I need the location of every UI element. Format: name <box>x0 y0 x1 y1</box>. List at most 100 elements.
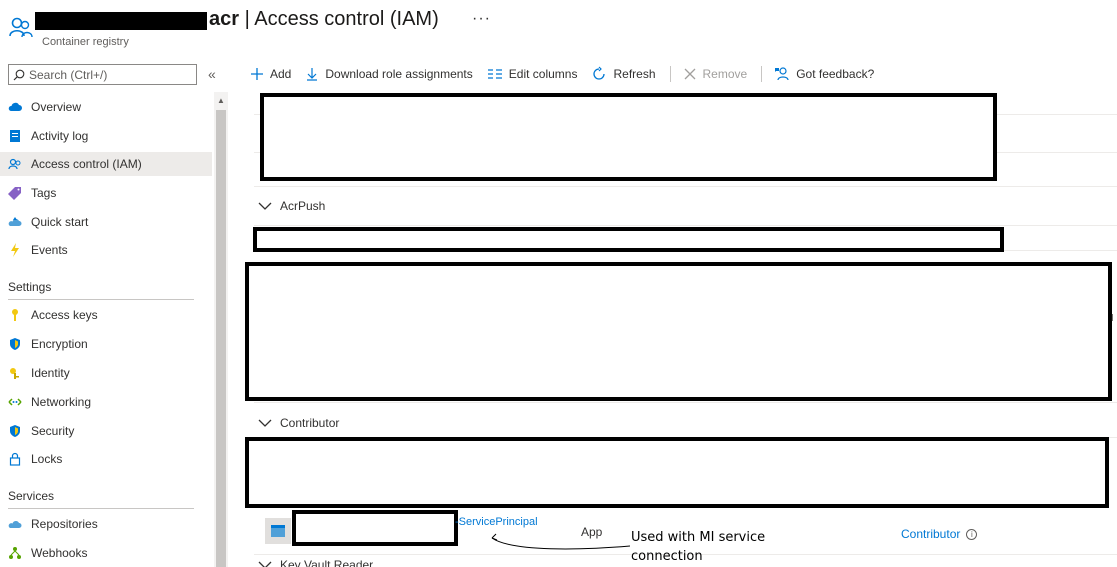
lightning-icon <box>8 243 22 257</box>
redacted-resource-name <box>35 12 207 30</box>
page-title: acr | Access control (IAM) <box>209 8 439 31</box>
security-shield-icon <box>8 424 22 438</box>
sidebar-item-label: Overview <box>31 100 82 114</box>
sidebar-item-encryption[interactable]: Encryption <box>0 332 212 356</box>
group-header-contributor[interactable]: Contributor <box>258 416 339 430</box>
sidebar-item-label: Encryption <box>31 337 88 351</box>
refresh-button[interactable]: Refresh <box>591 66 656 82</box>
sidebar-item-access-keys[interactable]: Access keys <box>0 303 212 327</box>
identity-key-icon <box>8 366 22 380</box>
sidebar-item-label: Access control (IAM) <box>31 157 142 171</box>
column-resize-handle[interactable]: I <box>1111 313 1114 324</box>
remove-button[interactable]: Remove <box>683 67 748 81</box>
sidebar-item-label: Events <box>31 243 68 257</box>
search-input[interactable] <box>29 67 189 82</box>
toolbar-divider <box>761 66 763 82</box>
feedback-label: Got feedback? <box>796 67 875 81</box>
add-label: Add <box>270 67 292 81</box>
download-icon <box>307 68 318 81</box>
app-icon <box>265 518 291 544</box>
group-label: Contributor <box>280 416 340 430</box>
service-principal-link[interactable]: -ServicePrincipal <box>455 516 538 528</box>
sidebar-divider <box>8 299 194 300</box>
sidebar-item-tags[interactable]: Tags <box>0 181 212 205</box>
group-label: Key Vault Reader <box>280 558 374 567</box>
quick-start-icon <box>8 215 22 229</box>
edit-columns-button[interactable]: Edit columns <box>487 67 578 81</box>
sidebar-item-label: Locks <box>31 452 63 466</box>
search-icon <box>13 69 25 80</box>
chevron-down-icon <box>258 202 272 210</box>
activity-log-icon <box>8 129 22 143</box>
shield-icon <box>8 337 22 351</box>
redacted-block <box>260 93 997 181</box>
download-role-assignments-button[interactable]: Download role assignments <box>305 67 473 81</box>
sidebar-item-label: Identity <box>31 366 70 380</box>
info-icon[interactable]: i <box>966 528 978 540</box>
sidebar-item-identity[interactable]: Identity <box>0 361 212 385</box>
sidebar-item-activity-log[interactable]: Activity log <box>0 124 212 148</box>
group-header-key-vault-reader[interactable]: Key Vault Reader <box>258 558 373 567</box>
refresh-icon <box>593 66 606 80</box>
sidebar-item-label: Webhooks <box>31 546 88 560</box>
sidebar-section-services: Services <box>8 489 55 503</box>
lock-icon <box>8 452 22 466</box>
scroll-up-icon[interactable]: ▲ <box>217 96 225 105</box>
people-icon <box>9 17 33 38</box>
more-options-button[interactable]: ··· <box>472 10 491 28</box>
sidebar-item-networking[interactable]: Networking <box>0 390 212 414</box>
add-button[interactable]: Add <box>250 67 291 81</box>
page-header: acr | Access control (IAM) ··· Container… <box>0 0 1117 56</box>
sidebar-item-label: Activity log <box>31 129 89 143</box>
remove-label: Remove <box>702 67 748 81</box>
title-separator: | <box>239 8 255 30</box>
feedback-icon <box>775 67 789 81</box>
networking-icon <box>8 395 22 409</box>
sidebar-item-locks[interactable]: Locks <box>0 447 212 471</box>
row-divider <box>254 186 1117 187</box>
sidebar-item-events[interactable]: Events <box>0 238 212 262</box>
group-header-acrpush[interactable]: AcrPush <box>258 199 325 213</box>
toolbar-divider <box>669 66 671 82</box>
sidebar-item-security[interactable]: Security <box>0 419 212 443</box>
search-box[interactable] <box>8 64 197 85</box>
close-icon <box>684 68 695 80</box>
chevron-down-icon <box>258 419 272 427</box>
redacted-principal-name <box>292 510 458 546</box>
title-suffix: acr <box>209 8 240 30</box>
command-bar: Add Download role assignments Edit colum… <box>250 62 888 86</box>
row-divider <box>254 402 1117 403</box>
collapse-sidebar-button[interactable]: « <box>208 66 216 82</box>
title-page: Access control (IAM) <box>254 8 439 30</box>
row-divider <box>254 225 1117 226</box>
key-icon <box>8 308 22 322</box>
sidebar-item-label: Quick start <box>31 215 89 229</box>
edit-columns-label: Edit columns <box>508 67 578 81</box>
scrollbar-thumb[interactable] <box>216 110 226 567</box>
people-icon <box>8 157 22 171</box>
cloud-repo-icon <box>8 517 22 531</box>
sidebar-item-overview[interactable]: Overview <box>0 95 212 119</box>
sidebar-item-repositories[interactable]: Repositories <box>0 512 212 536</box>
annotation-text: Used with MI service connection <box>631 530 766 564</box>
chevron-down-icon <box>258 561 272 567</box>
sidebar-item-label: Networking <box>31 395 92 409</box>
sidebar-scrollbar[interactable]: ▲ <box>214 92 228 567</box>
download-label: Download role assignments <box>325 67 473 81</box>
sidebar-item-webhooks[interactable]: Webhooks <box>0 541 212 565</box>
annotation-arrow-icon <box>491 533 631 550</box>
refresh-label: Refresh <box>613 67 656 81</box>
role-cell[interactable]: Contributor i <box>901 527 978 541</box>
sidebar-item-quick-start[interactable]: Quick start <box>0 210 212 234</box>
sidebar-item-label: Access keys <box>31 308 98 322</box>
redacted-block <box>245 437 1109 508</box>
sidebar-item-access-control[interactable]: Access control (IAM) <box>0 152 212 176</box>
sidebar-section-settings: Settings <box>8 280 52 294</box>
sidebar-item-label: Repositories <box>31 517 98 531</box>
redacted-block <box>253 227 1004 252</box>
sidebar-divider <box>8 508 194 509</box>
feedback-button[interactable]: Got feedback? <box>774 66 874 82</box>
sidebar-item-label: Tags <box>31 186 57 200</box>
resource-type-subtitle: Container registry <box>42 36 129 48</box>
role-link[interactable]: Contributor <box>901 527 960 541</box>
